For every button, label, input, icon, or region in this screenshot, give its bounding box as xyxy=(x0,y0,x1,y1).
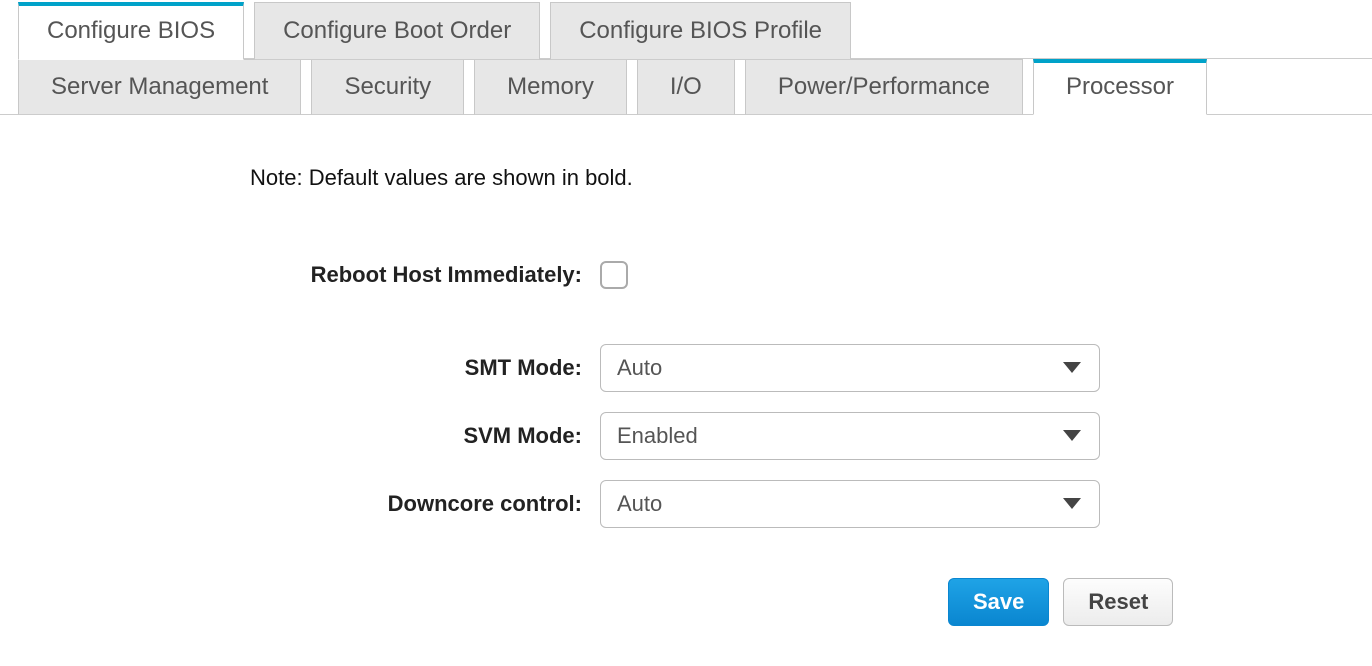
chevron-down-icon xyxy=(1063,498,1081,510)
select-svm-mode[interactable]: Enabled xyxy=(600,412,1100,460)
subtab-server-management[interactable]: Server Management xyxy=(18,59,301,115)
select-smt-mode[interactable]: Auto xyxy=(600,344,1100,392)
label-downcore-control: Downcore control: xyxy=(250,491,600,517)
label-reboot-host: Reboot Host Immediately: xyxy=(250,262,600,288)
note-text: Note: Default values are shown in bold. xyxy=(250,165,1332,191)
save-button[interactable]: Save xyxy=(948,578,1049,626)
tab-configure-boot-order[interactable]: Configure Boot Order xyxy=(254,2,540,60)
subtab-power-performance[interactable]: Power/Performance xyxy=(745,59,1023,115)
subtab-io[interactable]: I/O xyxy=(637,59,735,115)
tab-configure-bios[interactable]: Configure BIOS xyxy=(18,2,244,60)
select-svm-value: Enabled xyxy=(617,423,698,449)
subtab-processor[interactable]: Processor xyxy=(1033,59,1207,115)
subtab-memory[interactable]: Memory xyxy=(474,59,627,115)
label-smt-mode: SMT Mode: xyxy=(250,355,600,381)
chevron-down-icon xyxy=(1063,362,1081,374)
select-smt-value: Auto xyxy=(617,355,662,381)
chevron-down-icon xyxy=(1063,430,1081,442)
subtab-security[interactable]: Security xyxy=(311,59,464,115)
tab-configure-bios-profile[interactable]: Configure BIOS Profile xyxy=(550,2,851,60)
checkbox-reboot-host[interactable] xyxy=(600,261,628,289)
reset-button[interactable]: Reset xyxy=(1063,578,1173,626)
label-svm-mode: SVM Mode: xyxy=(250,423,600,449)
select-downcore-value: Auto xyxy=(617,491,662,517)
select-downcore-control[interactable]: Auto xyxy=(600,480,1100,528)
